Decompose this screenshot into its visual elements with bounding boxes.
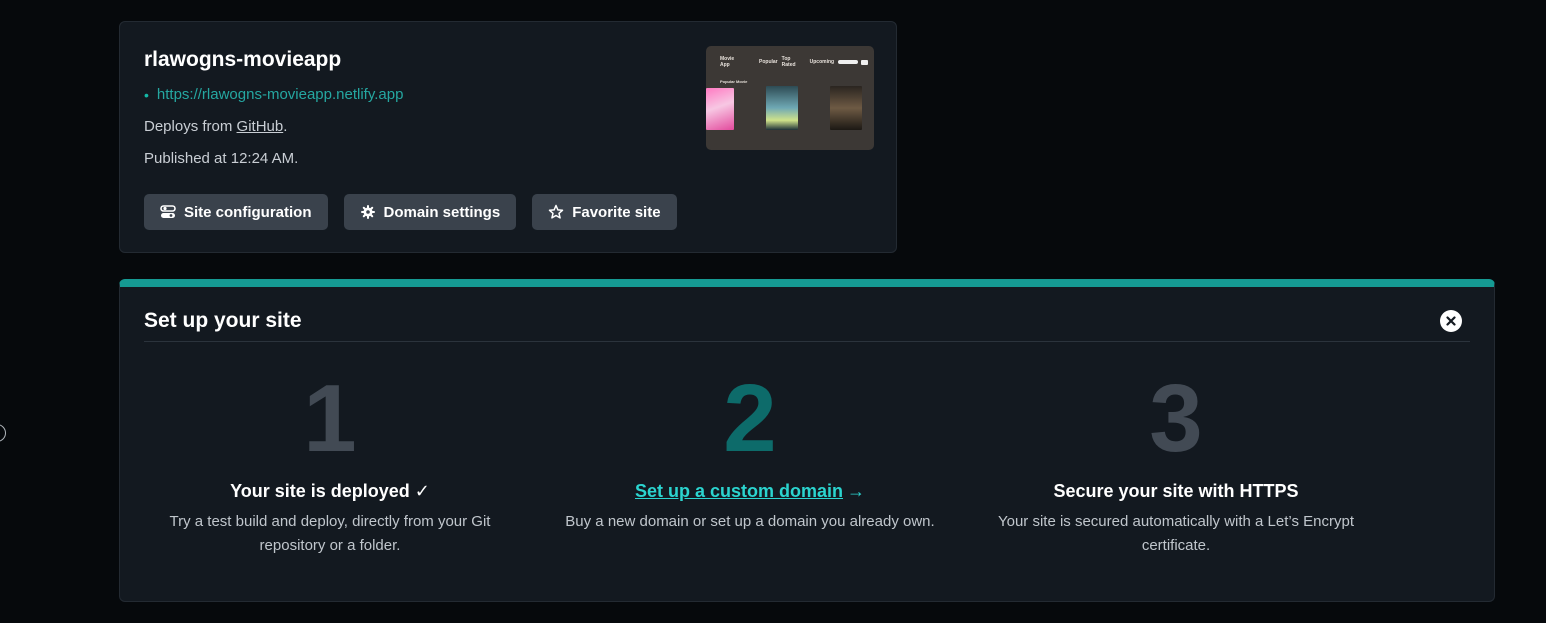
favorite-site-button[interactable]: Favorite site xyxy=(532,194,677,230)
domain-settings-label: Domain settings xyxy=(383,203,501,221)
preview-poster xyxy=(830,86,862,130)
preview-section-title: Popular Movie xyxy=(720,79,748,84)
step-description: Buy a new domain or set up a domain you … xyxy=(565,513,935,530)
setup-step-deploy: 1 Your site is deployed ✓ Try a test bui… xyxy=(120,371,540,558)
close-setup-button[interactable] xyxy=(1440,310,1462,332)
site-overview-card: rlawogns-movieapp • https://rlawogns-mov… xyxy=(119,21,897,253)
preview-brand: Movie App xyxy=(720,56,735,68)
setup-step-https: 3 Secure your site with HTTPS Your site … xyxy=(966,371,1386,558)
preview-nav-item: Top Rated xyxy=(781,56,796,68)
step-number: 3 xyxy=(1149,365,1203,472)
step-description: Your site is secured automatically with … xyxy=(997,513,1354,554)
site-configuration-label: Site configuration xyxy=(184,203,312,221)
favorite-site-label: Favorite site xyxy=(572,203,661,221)
deploy-source-text: Deploys from GitHub. xyxy=(144,118,287,135)
star-icon xyxy=(548,204,564,220)
site-url-row: • https://rlawogns-movieapp.netlify.app xyxy=(144,86,403,103)
preview-button xyxy=(861,59,869,65)
custom-domain-link[interactable]: Set up a custom domain xyxy=(635,481,843,501)
deploy-suffix: . xyxy=(283,118,288,135)
preview-poster xyxy=(706,88,734,130)
deploy-source-link[interactable]: GitHub xyxy=(237,118,284,135)
site-name[interactable]: rlawogns-movieapp xyxy=(144,48,341,72)
preview-nav-item: Popular xyxy=(759,59,778,65)
preview-poster xyxy=(766,86,798,130)
setup-title: Set up your site xyxy=(144,309,302,332)
step-number: 1 xyxy=(303,365,357,472)
deploy-prefix: Deploys from xyxy=(144,118,237,135)
site-url-link[interactable]: https://rlawogns-movieapp.netlify.app xyxy=(157,86,404,103)
circle-icon[interactable] xyxy=(0,424,6,442)
domain-settings-button[interactable]: Domain settings xyxy=(343,194,517,230)
preview-nav-item: Upcoming xyxy=(809,59,835,65)
site-actions: Site configuration Domain settings Favor… xyxy=(144,194,677,230)
preview-nav: Movie App Popular Top Rated Upcoming xyxy=(720,56,869,68)
step-description: Try a test build and deploy, directly fr… xyxy=(169,513,491,554)
toggle-icon xyxy=(160,204,176,220)
site-configuration-button[interactable]: Site configuration xyxy=(144,194,328,230)
page: rlawogns-movieapp • https://rlawogns-mov… xyxy=(0,0,1546,623)
site-preview-thumbnail[interactable]: Movie App Popular Top Rated Upcoming Pop… xyxy=(706,46,874,150)
step-number: 2 xyxy=(723,365,777,472)
published-time: Published at 12:24 AM. xyxy=(144,150,299,167)
arrow-right-icon: → xyxy=(847,481,866,501)
step-title: Your site is deployed ✓ xyxy=(230,481,430,501)
step-title: Set up a custom domain → xyxy=(540,481,960,502)
status-dot-icon: • xyxy=(144,86,149,103)
gear-icon xyxy=(360,204,376,220)
setup-panel: Set up your site 1 Your site is deployed… xyxy=(119,279,1495,602)
close-icon xyxy=(1446,316,1456,326)
divider xyxy=(144,341,1470,342)
step-title: Secure your site with HTTPS xyxy=(1053,481,1299,501)
setup-step-domain: 2 Set up a custom domain → Buy a new doma… xyxy=(540,371,960,534)
preview-search-bar xyxy=(838,60,859,64)
